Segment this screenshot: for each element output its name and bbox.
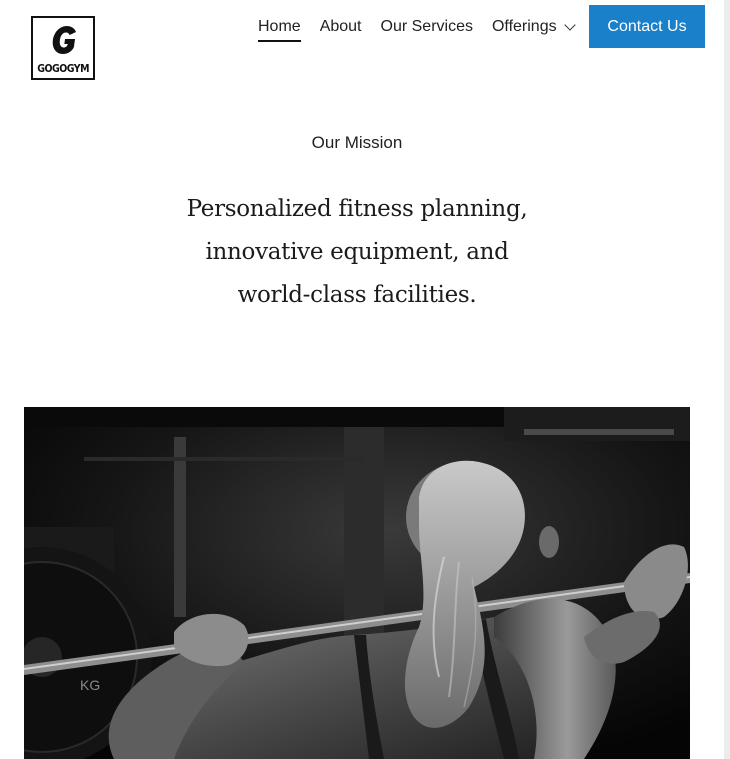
nav-item-home[interactable]: Home <box>258 17 301 42</box>
page: GOGOGYM Home About Our Services Offering… <box>0 0 724 759</box>
chevron-down-icon <box>563 19 576 31</box>
headline-line-3: world-class facilities. <box>237 282 477 308</box>
nav-item-offerings[interactable]: Offerings <box>491 17 576 37</box>
plate-kg-label: KG <box>80 677 100 693</box>
main-nav: Home About Our Services Offerings <box>258 17 593 43</box>
headline-line-2: innovative equipment, and <box>205 239 509 265</box>
site-logo[interactable]: GOGOGYM <box>31 16 95 80</box>
g-letter-icon <box>52 26 77 54</box>
mission-headline: Personalized fitness planning, innovativ… <box>140 188 574 317</box>
hero-illustration: KG <box>24 407 690 759</box>
headline-line-1: Personalized fitness planning, <box>186 196 528 222</box>
scrollbar[interactable] <box>724 0 730 759</box>
woman-lifting-barbell-photo: KG <box>24 407 690 759</box>
nav-item-our-services[interactable]: Our Services <box>381 17 473 37</box>
logo-wordmark: GOGOGYM <box>37 62 89 75</box>
nav-item-offerings-label: Offerings <box>491 18 557 35</box>
contact-us-button[interactable]: Contact Us <box>589 5 705 48</box>
nav-item-about[interactable]: About <box>320 17 362 37</box>
mission-eyebrow: Our Mission <box>311 133 403 152</box>
